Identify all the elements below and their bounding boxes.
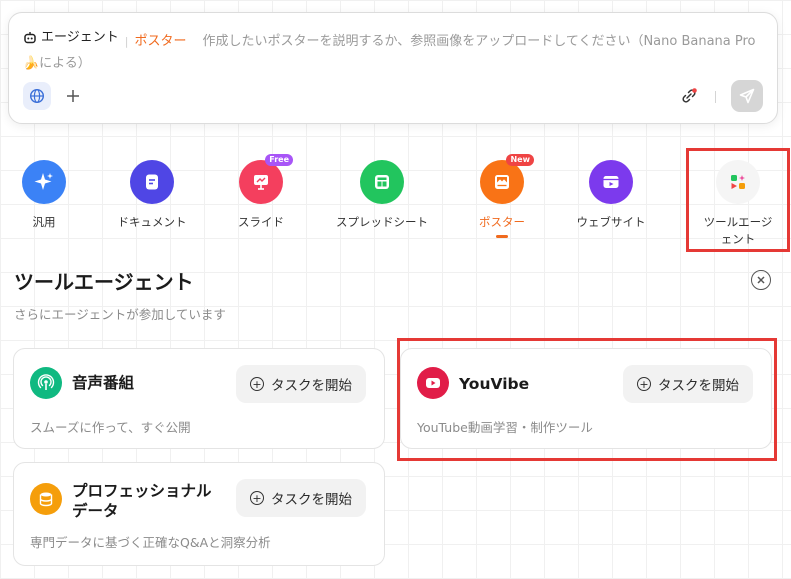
category-label: スプレッドシート: [336, 215, 428, 229]
category-label: ウェブサイト: [576, 215, 646, 229]
plus-circle-icon: +: [250, 491, 264, 505]
active-indicator: [496, 235, 508, 238]
category-slides[interactable]: Free スライド: [206, 154, 316, 231]
robot-icon: [24, 32, 36, 44]
prompt-placeholder: 作成したいポスターを説明するか、参照画像をアップロードしてください（Nano B…: [23, 34, 756, 71]
presentation-icon: Free: [239, 154, 293, 204]
youtube-icon: [417, 367, 449, 399]
plus-circle-icon: +: [637, 377, 651, 391]
web-search-button[interactable]: [23, 82, 51, 110]
toolbar-divider: [715, 91, 716, 103]
start-task-label: タスクを開始: [271, 492, 352, 508]
start-task-label: タスクを開始: [271, 378, 352, 394]
tag-separator: |: [124, 35, 129, 48]
category-document[interactable]: ドキュメント: [97, 160, 207, 231]
podcast-icon: [30, 367, 62, 399]
send-button[interactable]: [731, 80, 763, 112]
website-icon: [589, 160, 633, 204]
free-badge: Free: [265, 154, 293, 166]
connector-button[interactable]: [675, 82, 703, 110]
prompt-input[interactable]: エージェント | ポスター 作成したいポスターを説明するか、参照画像をアップロードし…: [23, 27, 763, 75]
category-label: ポスター: [479, 215, 525, 229]
tool-card-professional-data[interactable]: プロフェッショナル データ + タスクを開始 専門データに基づく正確なQ&Aと洞…: [13, 462, 385, 566]
agent-label: エージェント: [41, 30, 119, 45]
start-task-button[interactable]: + タスクを開始: [236, 479, 366, 517]
start-task-label: タスクを開始: [658, 378, 739, 394]
card-description: スムーズに作って、すぐ公開: [30, 420, 191, 435]
category-tool-agent[interactable]: ツールエージェント: [683, 160, 791, 248]
spreadsheet-icon: [360, 160, 404, 204]
card-title: YouVibe: [459, 375, 530, 393]
add-attachment-button[interactable]: [59, 82, 87, 110]
category-label: ツールエージェント: [703, 215, 773, 246]
poster-mode-tag[interactable]: ポスター: [134, 34, 186, 49]
start-task-button[interactable]: + タスクを開始: [623, 365, 753, 403]
section-subtitle: さらにエージェントが参加しています: [14, 307, 226, 322]
card-title: 音声番組: [72, 374, 135, 392]
start-task-button[interactable]: + タスクを開始: [236, 365, 366, 403]
plus-circle-icon: +: [250, 377, 264, 391]
close-icon: [757, 276, 765, 284]
tool-agent-icon: [716, 160, 760, 204]
category-label: スライド: [238, 215, 284, 229]
document-icon: [130, 160, 174, 204]
category-website[interactable]: ウェブサイト: [556, 160, 666, 231]
card-description: YouTube動画学習・制作ツール: [417, 420, 593, 435]
link-icon: [682, 88, 697, 103]
poster-icon: New: [480, 154, 534, 204]
category-label: 汎用: [32, 215, 56, 229]
category-spreadsheet[interactable]: スプレッドシート: [327, 160, 437, 231]
prompt-box[interactable]: エージェント | ポスター 作成したいポスターを説明するか、参照画像をアップロードし…: [8, 12, 778, 124]
tool-card-youvibe[interactable]: YouVibe + タスクを開始 YouTube動画学習・制作ツール: [400, 348, 772, 449]
tool-card-podcast[interactable]: 音声番組 + タスクを開始 スムーズに作って、すぐ公開: [13, 348, 385, 449]
card-title: プロフェッショナル データ: [72, 482, 212, 520]
section-title: ツールエージェント: [14, 270, 194, 294]
card-description: 専門データに基づく正確なQ&Aと洞察分析: [30, 535, 271, 550]
agent-mode-tag[interactable]: エージェント: [23, 27, 119, 49]
database-icon: [30, 483, 62, 515]
category-general[interactable]: 汎用: [0, 160, 99, 231]
sparkle-icon: [22, 160, 66, 204]
send-icon: [739, 88, 755, 104]
plus-icon: [67, 90, 79, 102]
new-badge: New: [506, 154, 534, 166]
category-label: ドキュメント: [117, 215, 187, 229]
category-poster[interactable]: New ポスター: [447, 154, 557, 238]
globe-icon: [29, 88, 45, 104]
close-button[interactable]: [751, 270, 771, 290]
